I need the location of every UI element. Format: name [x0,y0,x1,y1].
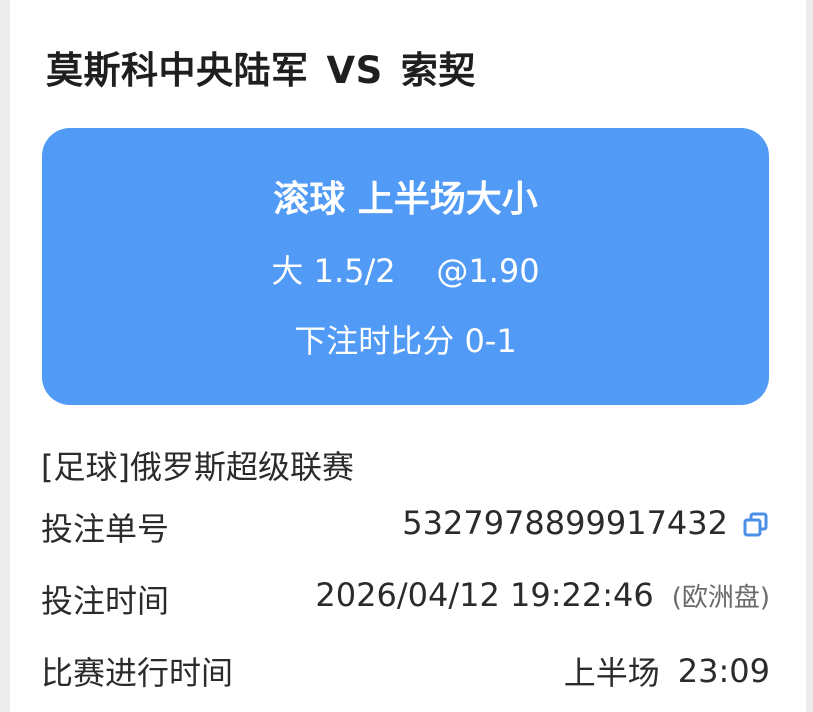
bet-selection: 大 1.5/2 @1.90 [271,252,540,290]
bet-time-value-group: 2026/04/12 19:22:46 (欧洲盘) [315,576,770,614]
order-number-label: 投注单号 [41,510,170,548]
bet-type: 滚球 上半场大小 [273,179,538,220]
match-elapsed-value-group: 上半场 23:09 [564,648,770,694]
match-clock: 23:09 [677,652,770,690]
match-title: 莫斯科中央陆军 VS 索契 [46,40,476,94]
home-team: 莫斯科中央陆军 [46,49,309,92]
bet-detail-card: 莫斯科中央陆军 VS 索契 滚球 上半场大小 大 1.5/2 @1.90 下注时比分… [10,0,806,712]
match-half: 上半场 [563,654,660,692]
vs-label: VS [326,49,383,92]
odds-type-note: (欧洲盘) [671,582,770,613]
copy-icon[interactable] [742,509,770,537]
bet-time-row: 投注时间 2026/04/12 19:22:46 (欧洲盘) [41,576,770,620]
order-number-value: 5327978899917432 [402,504,728,542]
match-elapsed-row: 比赛进行时间 上半场 23:09 [41,648,770,692]
order-number-row: 投注单号 5327978899917432 [41,504,770,548]
bet-time-value: 2026/04/12 19:22:46 [315,576,654,614]
bet-summary-panel: 滚球 上半场大小 大 1.5/2 @1.90 下注时比分 0-1 [42,128,769,405]
order-number-value-group: 5327978899917432 [402,504,770,542]
match-elapsed-label: 比赛进行时间 [41,654,234,692]
away-team: 索契 [400,49,476,92]
league-name: [足球]俄罗斯超级联赛 [41,448,354,486]
bet-score: 下注时比分 0-1 [294,322,517,360]
bet-time-label: 投注时间 [41,582,170,620]
